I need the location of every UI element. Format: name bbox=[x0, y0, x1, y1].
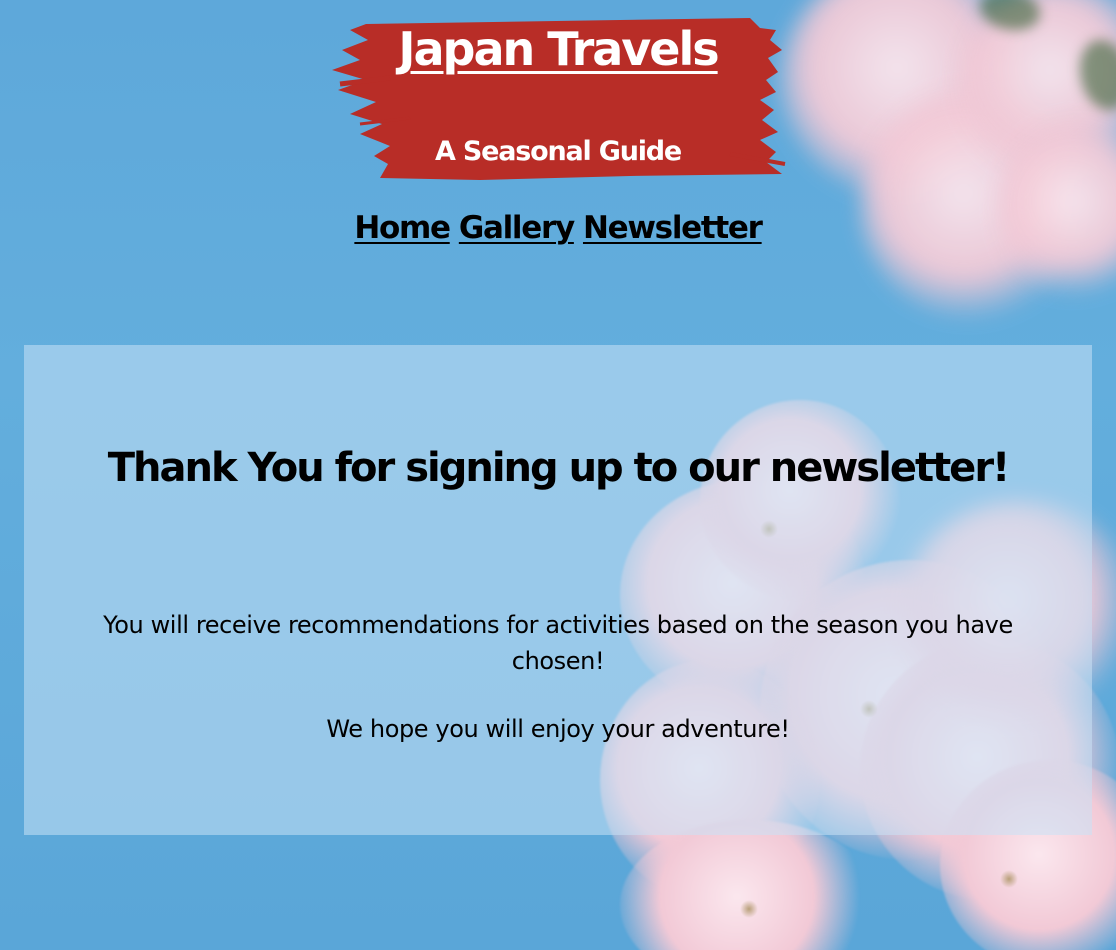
nav-link-newsletter[interactable]: Newsletter bbox=[583, 210, 763, 246]
main-nav: Home Gallery Newsletter bbox=[0, 210, 1116, 246]
site-subtitle: A Seasonal Guide bbox=[434, 136, 682, 167]
confirmation-panel: Thank You for signing up to our newslett… bbox=[24, 345, 1092, 835]
recommendation-message: You will receive recommendations for act… bbox=[103, 611, 1013, 675]
nav-link-home[interactable]: Home bbox=[354, 210, 451, 246]
nav-link-gallery[interactable]: Gallery bbox=[459, 210, 575, 246]
farewell-message: We hope you will enjoy your adventure! bbox=[326, 715, 790, 743]
site-header: Japan Travels A Seasonal Guide Home Gall… bbox=[0, 0, 1116, 320]
confirmation-heading: Thank You for signing up to our newslett… bbox=[107, 445, 1011, 491]
site-title[interactable]: Japan Travels bbox=[0, 22, 1116, 77]
